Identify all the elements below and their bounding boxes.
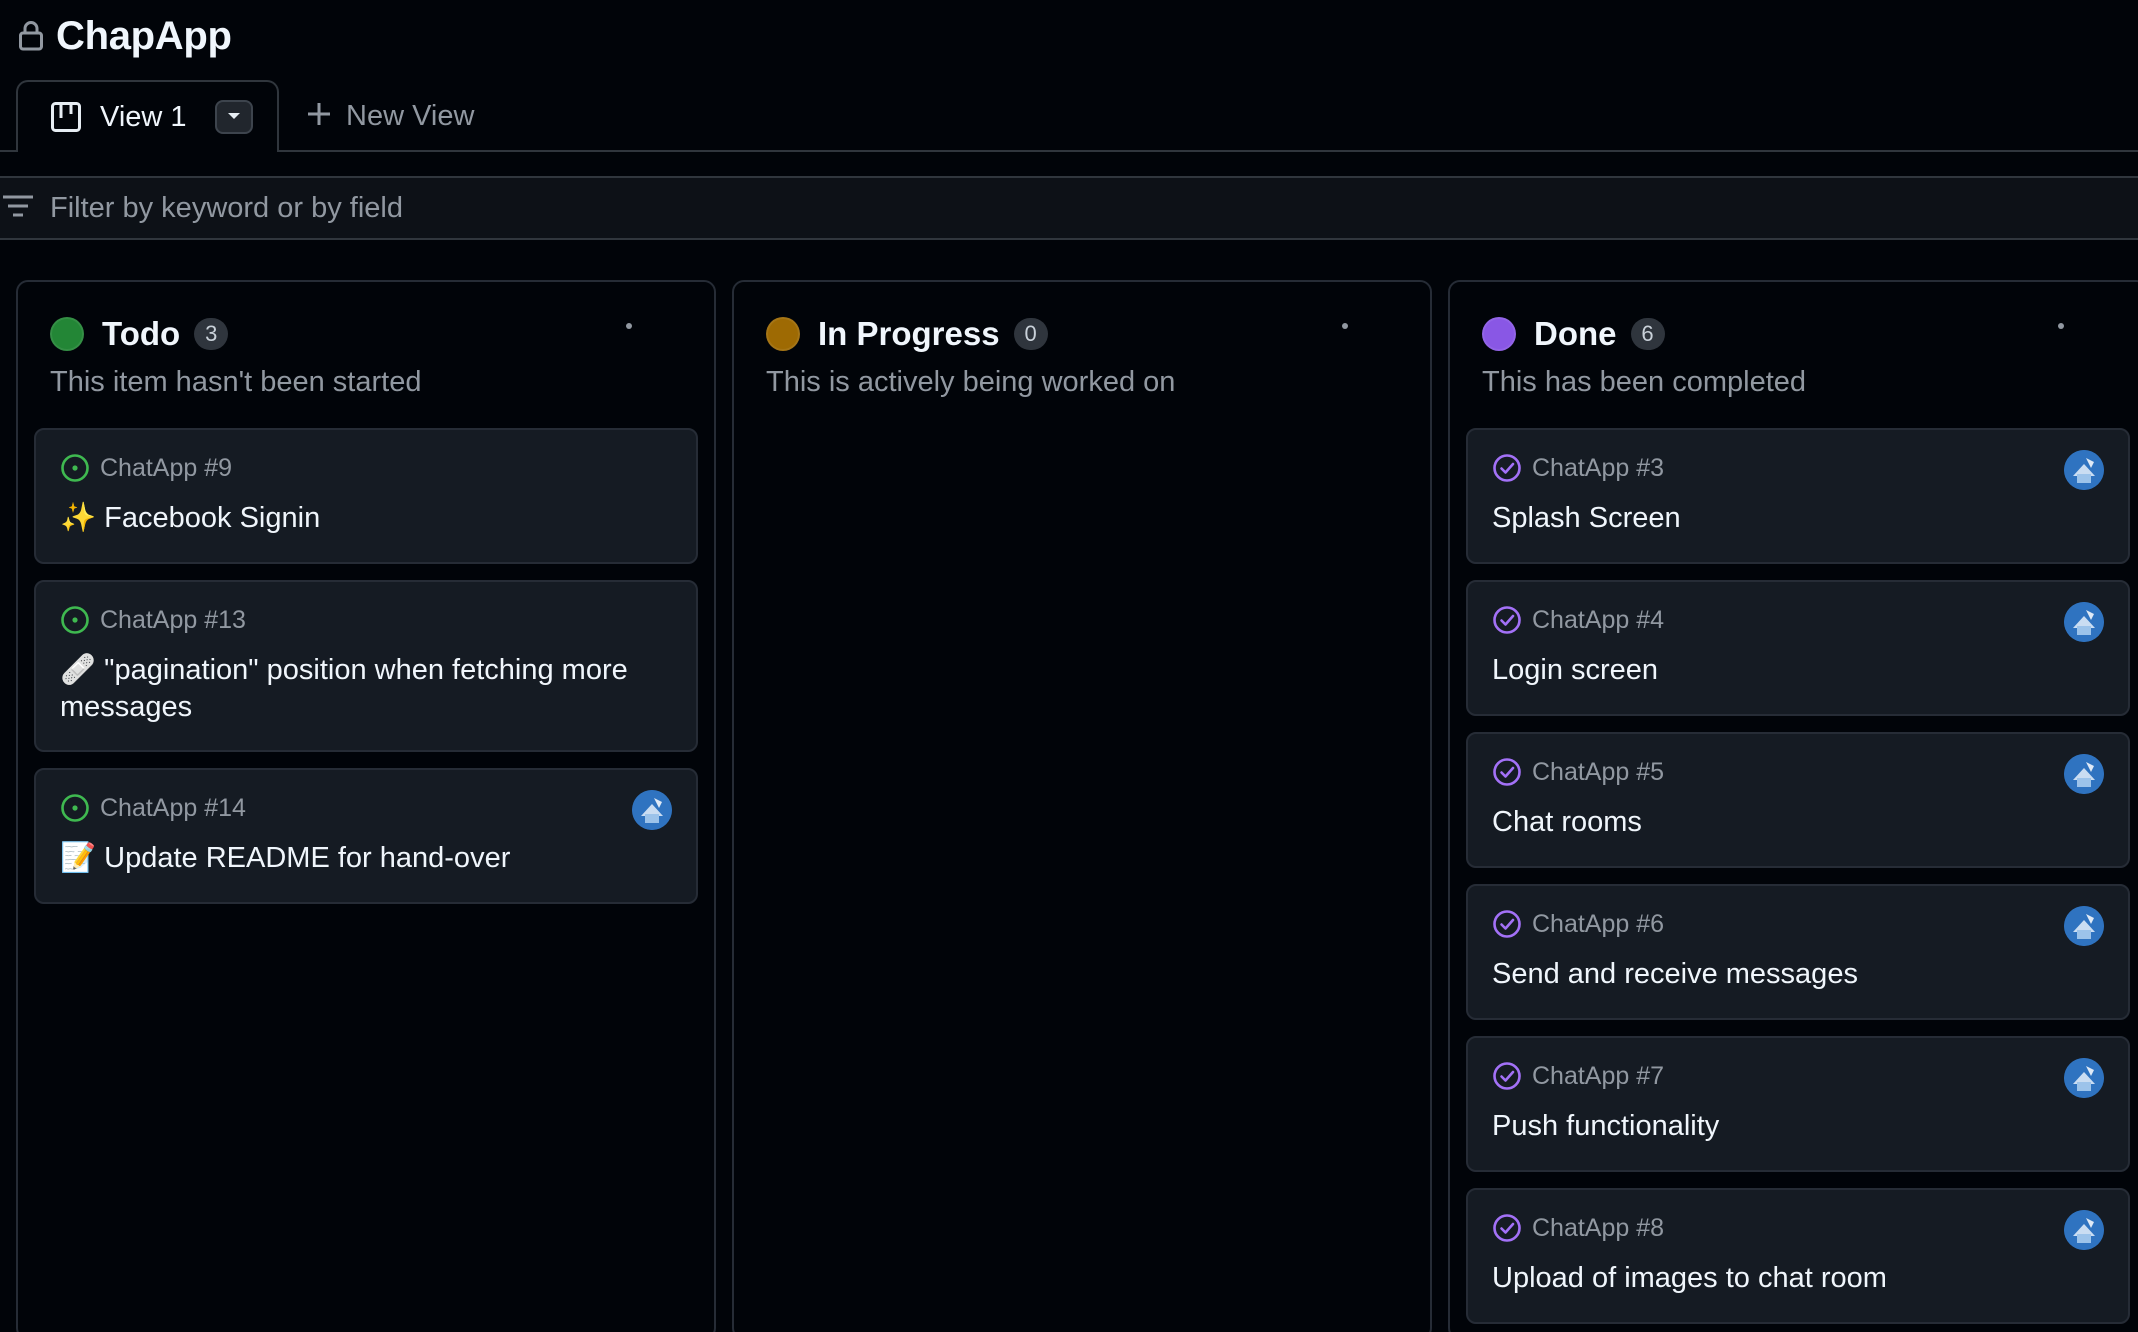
issue-meta: ChatApp #6 xyxy=(1492,908,1664,940)
issue-title[interactable]: Splash Screen xyxy=(1492,500,2088,537)
issue-reference[interactable]: ChatApp #13 xyxy=(100,606,246,635)
column-in-progress: In Progress 0 This is actively being worke… xyxy=(732,280,1432,1332)
issue-title[interactable]: ✨ Facebook Signin xyxy=(60,500,656,537)
tab-label: View 1 xyxy=(100,100,187,133)
issue-meta: ChatApp #3 xyxy=(1492,452,1664,484)
kebab-horizontal-icon xyxy=(626,323,632,329)
project-board: ChapApp View 1 New View Filter by keywor… xyxy=(0,0,2138,1332)
assignee-avatar[interactable] xyxy=(2064,602,2104,642)
kebab-horizontal-icon xyxy=(2058,323,2064,329)
filter-icon xyxy=(2,193,34,224)
issue-card[interactable]: ChatApp #14 📝 Update README for hand-over xyxy=(34,768,698,904)
issue-card[interactable]: ChatApp #13 🩹 "pagination" position when … xyxy=(34,580,698,752)
status-dot xyxy=(50,317,84,351)
tab-view-1[interactable]: View 1 xyxy=(16,80,279,154)
column-header: Done 6 xyxy=(1482,312,1665,356)
new-view-label: New View xyxy=(346,99,475,132)
issue-title[interactable]: Send and receive messages xyxy=(1492,956,2088,993)
issue-meta: ChatApp #9 xyxy=(60,452,232,484)
issue-closed-icon xyxy=(1492,757,1522,787)
column-menu-button[interactable] xyxy=(626,314,666,338)
issue-card[interactable]: ChatApp #7 Push functionality xyxy=(1466,1036,2130,1172)
view-tabs: View 1 New View xyxy=(0,80,2138,154)
assignee-avatar[interactable] xyxy=(2064,450,2104,490)
issue-meta: ChatApp #4 xyxy=(1492,604,1664,636)
assignee-avatar[interactable] xyxy=(2064,1058,2104,1098)
issue-reference[interactable]: ChatApp #4 xyxy=(1532,606,1664,635)
issue-title[interactable]: 🩹 "pagination" position when fetching mo… xyxy=(60,652,656,726)
assignee-avatar[interactable] xyxy=(2064,1210,2104,1250)
issue-card[interactable]: ChatApp #9 ✨ Facebook Signin xyxy=(34,428,698,564)
item-count-badge: 3 xyxy=(194,318,229,350)
issue-title[interactable]: Upload of images to chat room xyxy=(1492,1260,2088,1297)
issue-reference[interactable]: ChatApp #7 xyxy=(1532,1062,1664,1091)
issue-title[interactable]: Chat rooms xyxy=(1492,804,2088,841)
column-menu-button[interactable] xyxy=(1342,314,1382,338)
issue-closed-icon xyxy=(1492,453,1522,483)
issue-reference[interactable]: ChatApp #5 xyxy=(1532,758,1664,787)
column-header: Todo 3 xyxy=(50,312,229,356)
item-count-badge: 0 xyxy=(1013,318,1048,350)
column-todo: Todo 3 This item hasn't been started ChatAp… xyxy=(16,280,716,1332)
issue-card[interactable]: ChatApp #6 Send and receive messages xyxy=(1466,884,2130,1020)
issue-meta: ChatApp #14 xyxy=(60,792,246,824)
issue-open-icon xyxy=(60,605,90,635)
assignee-avatar[interactable] xyxy=(632,790,672,830)
column-description: This item hasn't been started xyxy=(50,366,422,398)
issue-open-icon xyxy=(60,453,90,483)
filter-input[interactable] xyxy=(50,191,950,225)
board-view-icon xyxy=(50,101,82,133)
issue-open-icon xyxy=(60,793,90,823)
issue-closed-icon xyxy=(1492,605,1522,635)
column-description: This is actively being worked on xyxy=(766,366,1176,398)
project-title: ChapApp xyxy=(56,13,232,58)
issue-card[interactable]: ChatApp #5 Chat rooms xyxy=(1466,732,2130,868)
issue-title[interactable]: Login screen xyxy=(1492,652,2088,689)
issue-closed-icon xyxy=(1492,1061,1522,1091)
assignee-avatar[interactable] xyxy=(2064,754,2104,794)
new-view-button[interactable]: New View xyxy=(306,80,474,152)
status-dot xyxy=(766,317,800,351)
issue-reference[interactable]: ChatApp #6 xyxy=(1532,910,1664,939)
issue-title[interactable]: 📝 Update README for hand-over xyxy=(60,840,656,877)
plus-icon xyxy=(306,101,332,132)
issue-reference[interactable]: ChatApp #3 xyxy=(1532,454,1664,483)
view-options-button[interactable] xyxy=(214,100,253,134)
caret-down-icon xyxy=(227,108,241,126)
issue-closed-icon xyxy=(1492,1213,1522,1243)
issue-meta: ChatApp #7 xyxy=(1492,1060,1664,1092)
issue-reference[interactable]: ChatApp #8 xyxy=(1532,1214,1664,1243)
issue-closed-icon xyxy=(1492,909,1522,939)
column-title: Done xyxy=(1534,315,1617,352)
issue-card[interactable]: ChatApp #4 Login screen xyxy=(1466,580,2130,716)
issue-meta: ChatApp #5 xyxy=(1492,756,1664,788)
column-title: Todo xyxy=(102,315,181,352)
column-description: This has been completed xyxy=(1482,366,1807,398)
issue-reference[interactable]: ChatApp #14 xyxy=(100,794,246,823)
issue-reference[interactable]: ChatApp #9 xyxy=(100,454,232,483)
kebab-horizontal-icon xyxy=(1342,323,1348,329)
issue-meta: ChatApp #8 xyxy=(1492,1212,1664,1244)
column-title: In Progress xyxy=(818,315,1000,352)
issue-card[interactable]: ChatApp #3 Splash Screen xyxy=(1466,428,2130,564)
column-header: In Progress 0 xyxy=(766,312,1048,356)
column-done: Done 6 This has been completed ChatApp #3 Sp… xyxy=(1448,280,2138,1332)
item-count-badge: 6 xyxy=(1630,318,1665,350)
issue-meta: ChatApp #13 xyxy=(60,604,246,636)
lock-icon xyxy=(16,18,46,54)
project-header: ChapApp xyxy=(16,8,232,64)
issue-card[interactable]: ChatApp #8 Upload of images to chat room xyxy=(1466,1188,2130,1324)
filter-bar xyxy=(0,176,2138,240)
assignee-avatar[interactable] xyxy=(2064,906,2104,946)
column-menu-button[interactable] xyxy=(2058,314,2098,338)
status-dot xyxy=(1482,317,1516,351)
issue-title[interactable]: Push functionality xyxy=(1492,1108,2088,1145)
